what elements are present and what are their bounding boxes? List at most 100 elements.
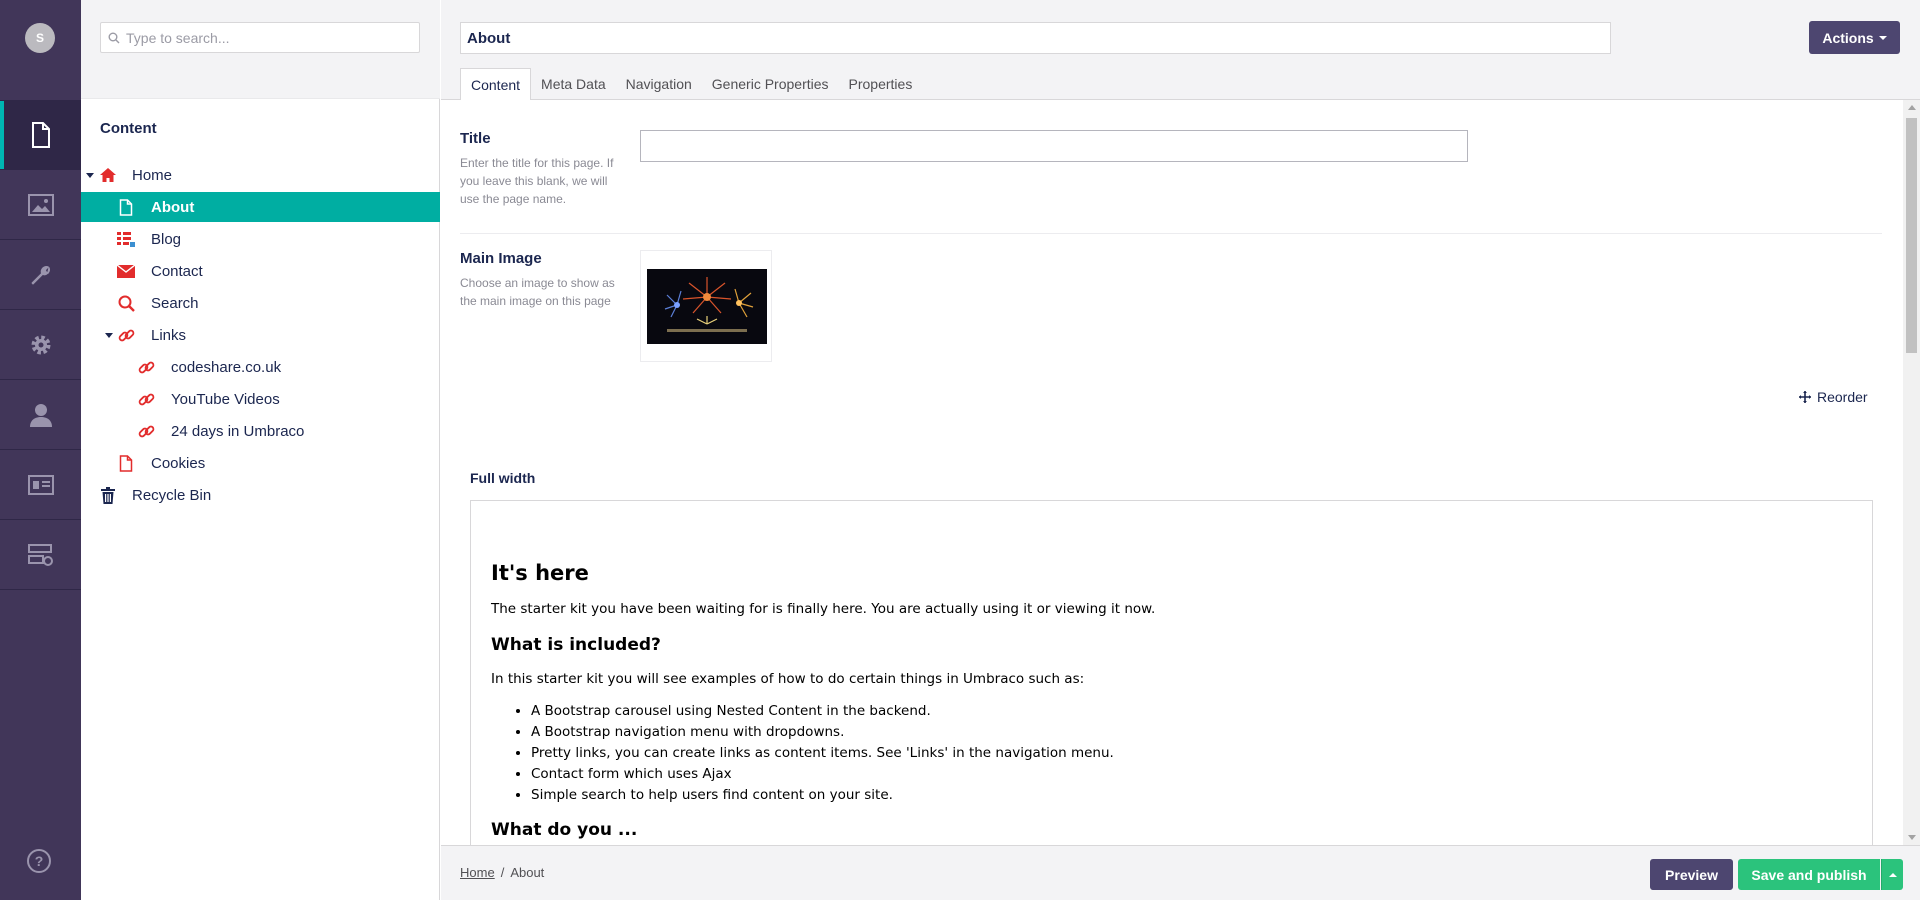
id-card-icon — [27, 474, 54, 495]
tree-node-label: About — [151, 198, 195, 216]
svg-text:?: ? — [35, 853, 44, 869]
help-icon: ? — [27, 849, 51, 873]
tree-node-label: codeshare.co.uk — [171, 358, 282, 376]
rte-heading: It's here — [491, 561, 589, 585]
tree-node-24-days[interactable]: 24 days in Umbraco — [81, 416, 440, 446]
envelope-icon — [117, 262, 135, 280]
tree-node-label: Links — [151, 326, 187, 344]
rte-paragraph: In this starter kit you will see example… — [491, 671, 1085, 687]
rte-list-item: A Bootstrap carousel using Nested Conten… — [531, 701, 1852, 722]
home-icon — [99, 166, 117, 184]
rte-list-item: A Bootstrap navigation menu with dropdow… — [531, 722, 1852, 743]
tab-content[interactable]: Content — [460, 68, 532, 101]
tree-section-title: Content — [100, 120, 157, 137]
rte-paragraph: The starter kit you have been waiting fo… — [491, 601, 1156, 617]
tree-node-youtube[interactable]: YouTube Videos — [81, 384, 440, 414]
tree-node-label: YouTube Videos — [171, 390, 280, 408]
tree-search-box[interactable] — [100, 22, 420, 53]
editor-body: Title Enter the title for this page. If … — [441, 100, 1903, 845]
breadcrumb: Home / About — [460, 865, 544, 880]
scroll-up-icon[interactable] — [1908, 105, 1916, 110]
section-content[interactable] — [0, 100, 81, 170]
breadcrumb-home-link[interactable]: Home — [460, 865, 495, 880]
reorder-button[interactable]: Reorder — [1799, 389, 1868, 405]
scrollbar-thumb[interactable] — [1906, 118, 1917, 353]
tree-node-label: Recycle Bin — [132, 486, 212, 504]
preview-button[interactable]: Preview — [1650, 859, 1733, 890]
tab-meta-data[interactable]: Meta Data — [531, 68, 616, 100]
main-image-description: Choose an image to show as the main imag… — [460, 276, 615, 308]
section-settings[interactable] — [0, 240, 81, 310]
list-icon — [117, 230, 135, 248]
wrench-icon — [31, 265, 50, 284]
tree-node-contact[interactable]: Contact — [81, 256, 440, 286]
rte-subheading: What do you ... — [491, 820, 638, 840]
link-icon — [137, 390, 155, 408]
main-image-picker[interactable] — [640, 250, 772, 362]
main-image-label: Main Image — [460, 250, 542, 267]
tab-properties[interactable]: Properties — [839, 68, 923, 100]
tab-generic-properties[interactable]: Generic Properties — [702, 68, 839, 100]
title-label: Title — [460, 130, 491, 147]
tree-node-recycle-bin[interactable]: Recycle Bin — [81, 480, 440, 510]
main-image-thumbnail[interactable] — [647, 269, 767, 344]
rte-list-item: Pretty links, you can create links as co… — [531, 743, 1852, 764]
section-media[interactable] — [0, 170, 81, 240]
title-description: Enter the title for this page. If you le… — [460, 156, 614, 206]
tree-node-home[interactable]: Home — [81, 160, 440, 190]
publish-options-button[interactable] — [1881, 859, 1903, 890]
save-and-publish-button[interactable]: Save and publish — [1738, 859, 1880, 890]
scroll-down-icon[interactable] — [1908, 835, 1916, 840]
editor-footer: Home / About Preview Save and publish — [441, 845, 1920, 900]
property-divider — [460, 233, 1882, 234]
help-button[interactable]: ? — [26, 848, 52, 878]
link-icon — [137, 422, 155, 440]
tree-search-header — [81, 0, 440, 99]
rte-list-item: Contact form which uses Ajax — [531, 764, 1852, 785]
tree-node-cookies[interactable]: Cookies — [81, 448, 440, 478]
editor-header: Actions Content Meta Data Navigation Gen… — [441, 0, 1920, 101]
editor-scrollbar[interactable] — [1903, 100, 1920, 845]
tree-node-search[interactable]: Search — [81, 288, 440, 318]
move-icon — [1799, 391, 1811, 403]
chevron-up-icon — [1888, 872, 1897, 877]
section-forms[interactable] — [0, 520, 81, 590]
full-width-label: Full width — [470, 470, 536, 486]
section-users[interactable] — [0, 380, 81, 450]
tree-node-about[interactable]: About — [81, 192, 440, 222]
tree-node-label: Blog — [151, 230, 182, 248]
tree-node-links[interactable]: Links — [81, 320, 440, 350]
rich-text-editor[interactable]: It's here The starter kit you have been … — [470, 500, 1873, 845]
content-tabs: Content Meta Data Navigation Generic Pro… — [460, 68, 923, 101]
chevron-down-icon — [1878, 35, 1887, 40]
search-icon — [117, 294, 135, 312]
tree-search-input[interactable] — [126, 29, 406, 46]
section-packages[interactable] — [0, 310, 81, 380]
rte-list: A Bootstrap carousel using Nested Conten… — [531, 701, 1852, 806]
expand-caret-icon[interactable] — [105, 332, 113, 338]
actions-button[interactable]: Actions — [1809, 21, 1900, 54]
title-input[interactable] — [640, 130, 1468, 162]
tree-node-label: Cookies — [151, 454, 206, 472]
forms-icon — [27, 543, 53, 566]
actions-label: Actions — [1822, 29, 1874, 46]
tree-node-label: Search — [151, 294, 199, 312]
user-avatar[interactable]: S — [25, 23, 55, 53]
rte-subheading: What is included? — [491, 635, 661, 655]
search-icon — [108, 32, 120, 43]
document-icon — [117, 454, 135, 472]
expand-caret-icon[interactable] — [86, 172, 94, 178]
trash-icon — [99, 486, 117, 504]
tab-navigation[interactable]: Navigation — [616, 68, 702, 100]
link-icon — [137, 358, 155, 376]
rte-list-item: Simple search to help users find content… — [531, 785, 1852, 806]
node-name-input[interactable] — [460, 22, 1611, 54]
gear-icon — [31, 335, 50, 354]
breadcrumb-separator: / — [500, 865, 505, 880]
tree-node-label: Contact — [151, 262, 203, 280]
reorder-label: Reorder — [1817, 389, 1868, 405]
section-members[interactable] — [0, 450, 81, 520]
tree-node-codeshare[interactable]: codeshare.co.uk — [81, 352, 440, 382]
tree-node-blog[interactable]: Blog — [81, 224, 440, 254]
picture-icon — [27, 193, 54, 216]
